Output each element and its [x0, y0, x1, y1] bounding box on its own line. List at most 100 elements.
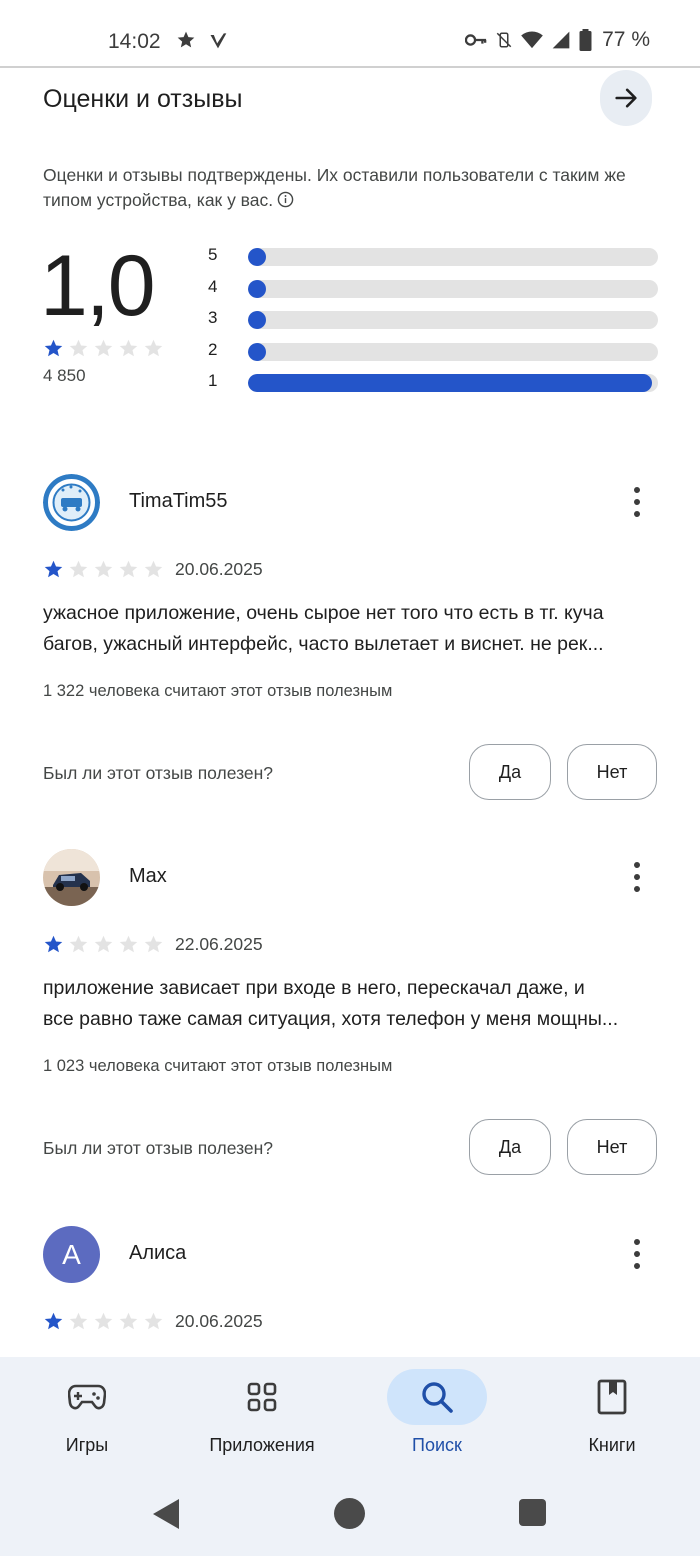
ratings-section-header: Оценки и отзывы — [43, 70, 658, 140]
star-empty-icon — [69, 339, 88, 357]
signal-icon — [552, 31, 570, 49]
review-stars — [43, 934, 164, 955]
star-empty-icon — [94, 560, 113, 578]
gamepad-icon — [68, 1384, 106, 1410]
review-card: Max 22.06.2025 приложение зависает при в… — [43, 849, 658, 1179]
key-icon — [465, 34, 487, 46]
star-empty-icon — [94, 935, 113, 953]
star-filled-icon — [44, 560, 63, 578]
distribution-bar-fill — [248, 374, 652, 392]
average-rating-stars — [43, 338, 164, 359]
distribution-bar-fill — [248, 248, 266, 266]
distribution-label: 5 — [208, 245, 218, 264]
star-empty-icon — [119, 560, 138, 578]
star-empty-icon — [144, 339, 163, 357]
review-stars — [43, 559, 164, 580]
helpful-yes-button[interactable]: Да — [469, 744, 551, 800]
review-date: 20.06.2025 — [175, 1311, 263, 1331]
more-options-icon[interactable] — [625, 1238, 649, 1270]
wifi-icon — [521, 31, 543, 49]
star-empty-icon — [69, 1312, 88, 1330]
more-options-icon[interactable] — [625, 486, 649, 518]
section-title: Оценки и отзывы — [43, 85, 243, 113]
reviewer-name: Алиса — [129, 1242, 187, 1264]
battery-icon — [579, 29, 592, 51]
helpful-no-button[interactable]: Нет — [567, 1119, 657, 1175]
star-empty-icon — [94, 1312, 113, 1330]
helpful-no-button[interactable]: Нет — [567, 744, 657, 800]
avatar: А — [43, 1226, 100, 1283]
nav-item-search[interactable]: Поиск — [367, 1369, 507, 1469]
star-empty-icon — [119, 339, 138, 357]
distribution-row: 5 — [208, 244, 658, 276]
review-card: А Алиса 20.06.2025 — [43, 1226, 658, 1346]
distribution-bar-track — [248, 248, 658, 266]
review-date: 20.06.2025 — [175, 559, 263, 579]
system-navigation-bar — [0, 1480, 700, 1556]
distribution-bar-fill — [248, 311, 266, 329]
avatar — [43, 849, 100, 906]
distribution-row: 1 — [208, 370, 658, 402]
reviewer-name: Max — [129, 865, 167, 887]
search-icon — [422, 1382, 453, 1413]
review-card: TimaTim55 20.06.2025 ужасное приложение,… — [43, 474, 658, 804]
nav-label: Игры — [65, 1435, 109, 1455]
star-empty-icon — [144, 935, 163, 953]
back-icon[interactable] — [152, 1498, 180, 1530]
apps-grid-icon — [247, 1382, 277, 1412]
nav-label: Поиск — [412, 1435, 462, 1455]
distribution-label: 3 — [208, 308, 218, 327]
distribution-bar-track — [248, 311, 658, 329]
review-stars — [43, 1311, 164, 1332]
distribution-row: 3 — [208, 307, 658, 339]
distribution-bar-track — [248, 279, 658, 298]
distribution-label: 4 — [208, 276, 218, 296]
review-text[interactable]: ужасное приложение, очень сырое нет того… — [43, 598, 658, 660]
check-mark-icon — [210, 33, 227, 49]
star-empty-icon — [119, 1312, 138, 1330]
battery-level: 77 % — [602, 28, 650, 51]
more-options-icon[interactable] — [625, 861, 649, 893]
helpful-question: Был ли этот отзыв полезен? — [43, 1138, 274, 1158]
book-icon — [597, 1379, 627, 1415]
recent-apps-icon[interactable] — [519, 1499, 546, 1526]
rating-distribution: 5 4 3 2 1 — [208, 244, 658, 402]
review-date: 22.06.2025 — [175, 934, 263, 954]
nav-item-games[interactable]: Игры — [17, 1369, 157, 1469]
distribution-bar-track — [248, 342, 658, 361]
star-empty-icon — [94, 339, 113, 357]
status-bar: 14:02 77 % — [0, 0, 700, 68]
helpful-count: 1 322 человека считают этот отзыв полезн… — [43, 682, 393, 700]
see-all-reviews-button[interactable] — [600, 70, 652, 126]
info-icon[interactable] — [277, 191, 294, 208]
reviewer-name: TimaTim55 — [129, 490, 228, 512]
average-rating: 1,0 — [40, 238, 156, 334]
nav-item-books[interactable]: Книги — [542, 1369, 682, 1469]
nav-label: Книги — [588, 1435, 636, 1455]
review-text[interactable]: приложение зависает при входе в него, пе… — [43, 973, 658, 1035]
distribution-row: 4 — [208, 276, 658, 308]
avatar — [43, 474, 100, 531]
arrow-right-icon — [615, 88, 637, 108]
status-time: 14:02 — [108, 30, 161, 53]
star-empty-icon — [144, 1312, 163, 1330]
distribution-row: 2 — [208, 339, 658, 371]
nav-item-apps[interactable]: Приложения — [192, 1369, 332, 1469]
star-empty-icon — [69, 935, 88, 953]
star-empty-icon — [144, 560, 163, 578]
nav-label: Приложения — [209, 1435, 315, 1455]
distribution-bar-fill — [248, 279, 266, 298]
distribution-label: 2 — [208, 339, 218, 359]
helpful-count: 1 023 человека считают этот отзыв полезн… — [43, 1057, 393, 1075]
star-filled-icon — [44, 1312, 63, 1330]
vibrate-off-icon — [496, 32, 512, 48]
star-filled-icon — [44, 339, 63, 357]
distribution-bar-fill — [248, 342, 266, 361]
star-icon — [177, 31, 195, 48]
distribution-label: 1 — [208, 371, 218, 390]
distribution-bar-track — [248, 374, 658, 392]
helpful-question: Был ли этот отзыв полезен? — [43, 763, 274, 783]
verified-note: Оценки и отзывы подтверждены. Их оставил… — [43, 165, 626, 210]
home-icon[interactable] — [334, 1498, 365, 1529]
helpful-yes-button[interactable]: Да — [469, 1119, 551, 1175]
